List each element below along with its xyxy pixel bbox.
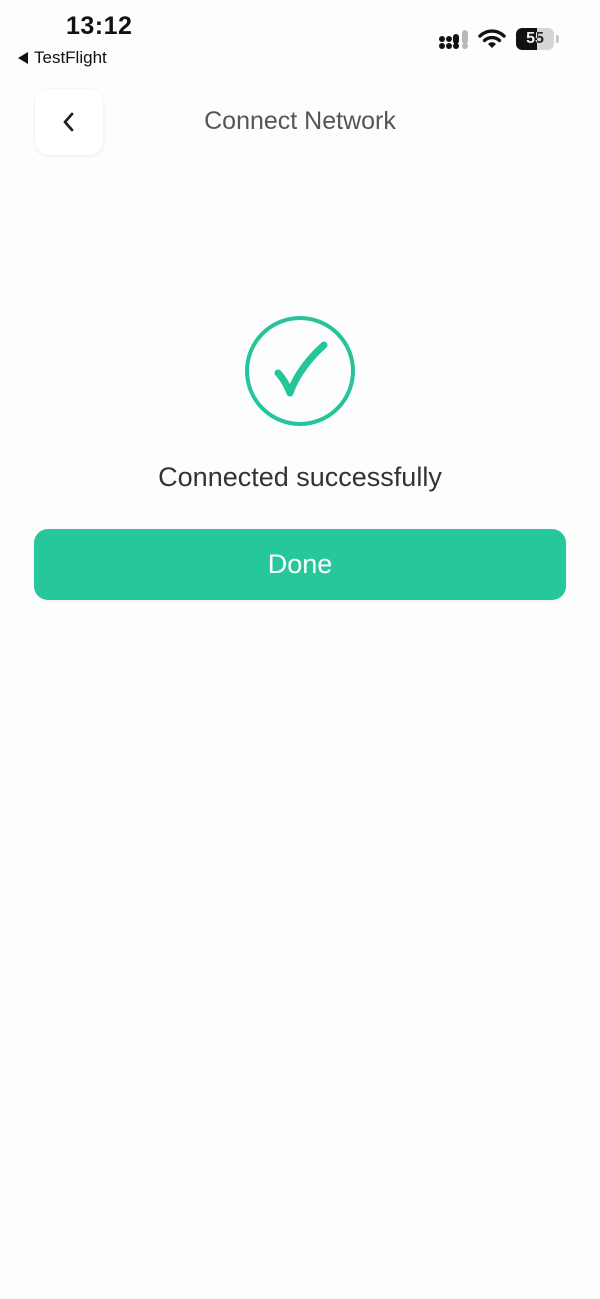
done-button[interactable]: Done [34,529,566,600]
back-arrow-icon [18,52,28,64]
status-time: 13:12 [66,12,133,40]
battery-icon: 55 [516,28,560,50]
screen: 13:12 TestFlight 55 Connect Network Conn… [0,0,600,1299]
back-to-app-link[interactable]: TestFlight [18,48,107,68]
wifi-icon [478,29,506,48]
battery-level: 55 [526,30,544,47]
signal-icon [439,30,468,49]
success-message: Connected successfully [158,462,442,492]
back-to-app-label: TestFlight [34,48,107,67]
check-circle-icon [245,316,355,426]
page-title: Connect Network [204,107,396,135]
